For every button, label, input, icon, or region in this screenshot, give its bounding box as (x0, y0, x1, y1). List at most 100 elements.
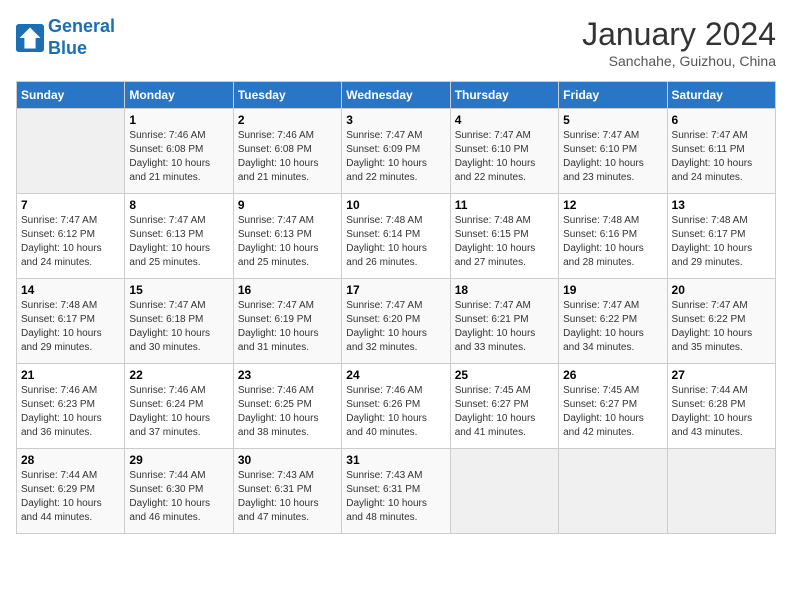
day-number: 21 (21, 368, 120, 382)
calendar-body: 1 Sunrise: 7:46 AMSunset: 6:08 PMDayligh… (17, 109, 776, 534)
day-info: Sunrise: 7:48 AMSunset: 6:16 PMDaylight:… (563, 214, 662, 270)
calendar-cell: 5 Sunrise: 7:47 AMSunset: 6:10 PMDayligh… (559, 109, 667, 194)
calendar-cell: 10 Sunrise: 7:48 AMSunset: 6:14 PMDaylig… (342, 194, 450, 279)
page-header: General Blue January 2024 Sanchahe, Guiz… (16, 16, 776, 69)
day-number: 22 (129, 368, 228, 382)
calendar-cell (17, 109, 125, 194)
calendar-cell: 23 Sunrise: 7:46 AMSunset: 6:25 PMDaylig… (233, 364, 341, 449)
day-info: Sunrise: 7:44 AMSunset: 6:28 PMDaylight:… (672, 384, 771, 440)
day-info: Sunrise: 7:47 AMSunset: 6:13 PMDaylight:… (129, 214, 228, 270)
day-info: Sunrise: 7:47 AMSunset: 6:13 PMDaylight:… (238, 214, 337, 270)
day-number: 16 (238, 283, 337, 297)
day-info: Sunrise: 7:46 AMSunset: 6:24 PMDaylight:… (129, 384, 228, 440)
calendar-cell: 6 Sunrise: 7:47 AMSunset: 6:11 PMDayligh… (667, 109, 775, 194)
calendar-cell: 12 Sunrise: 7:48 AMSunset: 6:16 PMDaylig… (559, 194, 667, 279)
day-info: Sunrise: 7:48 AMSunset: 6:17 PMDaylight:… (672, 214, 771, 270)
calendar-cell (559, 449, 667, 534)
month-title: January 2024 (582, 16, 776, 53)
calendar-cell: 28 Sunrise: 7:44 AMSunset: 6:29 PMDaylig… (17, 449, 125, 534)
day-info: Sunrise: 7:47 AMSunset: 6:10 PMDaylight:… (563, 129, 662, 185)
week-row-2: 7 Sunrise: 7:47 AMSunset: 6:12 PMDayligh… (17, 194, 776, 279)
day-info: Sunrise: 7:48 AMSunset: 6:17 PMDaylight:… (21, 299, 120, 355)
day-number: 15 (129, 283, 228, 297)
day-number: 28 (21, 453, 120, 467)
week-row-4: 21 Sunrise: 7:46 AMSunset: 6:23 PMDaylig… (17, 364, 776, 449)
day-number: 2 (238, 113, 337, 127)
week-row-5: 28 Sunrise: 7:44 AMSunset: 6:29 PMDaylig… (17, 449, 776, 534)
day-info: Sunrise: 7:47 AMSunset: 6:11 PMDaylight:… (672, 129, 771, 185)
day-number: 13 (672, 198, 771, 212)
calendar-cell: 27 Sunrise: 7:44 AMSunset: 6:28 PMDaylig… (667, 364, 775, 449)
day-info: Sunrise: 7:45 AMSunset: 6:27 PMDaylight:… (455, 384, 554, 440)
calendar-cell: 30 Sunrise: 7:43 AMSunset: 6:31 PMDaylig… (233, 449, 341, 534)
day-info: Sunrise: 7:47 AMSunset: 6:20 PMDaylight:… (346, 299, 445, 355)
day-number: 23 (238, 368, 337, 382)
calendar-cell: 22 Sunrise: 7:46 AMSunset: 6:24 PMDaylig… (125, 364, 233, 449)
day-info: Sunrise: 7:48 AMSunset: 6:14 PMDaylight:… (346, 214, 445, 270)
day-info: Sunrise: 7:46 AMSunset: 6:08 PMDaylight:… (238, 129, 337, 185)
calendar-cell: 25 Sunrise: 7:45 AMSunset: 6:27 PMDaylig… (450, 364, 558, 449)
dow-header-wednesday: Wednesday (342, 82, 450, 109)
day-info: Sunrise: 7:47 AMSunset: 6:22 PMDaylight:… (672, 299, 771, 355)
dow-header-sunday: Sunday (17, 82, 125, 109)
calendar-cell: 9 Sunrise: 7:47 AMSunset: 6:13 PMDayligh… (233, 194, 341, 279)
day-info: Sunrise: 7:46 AMSunset: 6:25 PMDaylight:… (238, 384, 337, 440)
day-info: Sunrise: 7:47 AMSunset: 6:19 PMDaylight:… (238, 299, 337, 355)
logo-text: General Blue (48, 16, 115, 59)
day-info: Sunrise: 7:45 AMSunset: 6:27 PMDaylight:… (563, 384, 662, 440)
calendar-cell: 4 Sunrise: 7:47 AMSunset: 6:10 PMDayligh… (450, 109, 558, 194)
dow-header-friday: Friday (559, 82, 667, 109)
calendar-cell: 3 Sunrise: 7:47 AMSunset: 6:09 PMDayligh… (342, 109, 450, 194)
day-number: 31 (346, 453, 445, 467)
logo-icon (16, 24, 44, 52)
day-number: 19 (563, 283, 662, 297)
day-number: 4 (455, 113, 554, 127)
day-number: 27 (672, 368, 771, 382)
day-info: Sunrise: 7:43 AMSunset: 6:31 PMDaylight:… (238, 469, 337, 525)
dow-header-thursday: Thursday (450, 82, 558, 109)
logo: General Blue (16, 16, 115, 59)
calendar-cell: 20 Sunrise: 7:47 AMSunset: 6:22 PMDaylig… (667, 279, 775, 364)
day-info: Sunrise: 7:47 AMSunset: 6:18 PMDaylight:… (129, 299, 228, 355)
day-info: Sunrise: 7:44 AMSunset: 6:29 PMDaylight:… (21, 469, 120, 525)
calendar-cell: 21 Sunrise: 7:46 AMSunset: 6:23 PMDaylig… (17, 364, 125, 449)
title-block: January 2024 Sanchahe, Guizhou, China (582, 16, 776, 69)
calendar-cell: 13 Sunrise: 7:48 AMSunset: 6:17 PMDaylig… (667, 194, 775, 279)
days-of-week-row: SundayMondayTuesdayWednesdayThursdayFrid… (17, 82, 776, 109)
calendar-cell: 15 Sunrise: 7:47 AMSunset: 6:18 PMDaylig… (125, 279, 233, 364)
calendar-cell: 8 Sunrise: 7:47 AMSunset: 6:13 PMDayligh… (125, 194, 233, 279)
day-number: 26 (563, 368, 662, 382)
day-number: 18 (455, 283, 554, 297)
week-row-3: 14 Sunrise: 7:48 AMSunset: 6:17 PMDaylig… (17, 279, 776, 364)
calendar-cell (667, 449, 775, 534)
day-info: Sunrise: 7:47 AMSunset: 6:09 PMDaylight:… (346, 129, 445, 185)
day-number: 29 (129, 453, 228, 467)
dow-header-monday: Monday (125, 82, 233, 109)
day-number: 6 (672, 113, 771, 127)
day-info: Sunrise: 7:47 AMSunset: 6:22 PMDaylight:… (563, 299, 662, 355)
day-number: 5 (563, 113, 662, 127)
calendar-cell: 7 Sunrise: 7:47 AMSunset: 6:12 PMDayligh… (17, 194, 125, 279)
day-info: Sunrise: 7:47 AMSunset: 6:21 PMDaylight:… (455, 299, 554, 355)
day-number: 30 (238, 453, 337, 467)
calendar-cell: 29 Sunrise: 7:44 AMSunset: 6:30 PMDaylig… (125, 449, 233, 534)
calendar-cell: 19 Sunrise: 7:47 AMSunset: 6:22 PMDaylig… (559, 279, 667, 364)
calendar-cell: 17 Sunrise: 7:47 AMSunset: 6:20 PMDaylig… (342, 279, 450, 364)
location-subtitle: Sanchahe, Guizhou, China (582, 53, 776, 69)
calendar-cell: 31 Sunrise: 7:43 AMSunset: 6:31 PMDaylig… (342, 449, 450, 534)
day-number: 3 (346, 113, 445, 127)
day-number: 12 (563, 198, 662, 212)
day-number: 20 (672, 283, 771, 297)
day-number: 14 (21, 283, 120, 297)
day-info: Sunrise: 7:46 AMSunset: 6:08 PMDaylight:… (129, 129, 228, 185)
dow-header-tuesday: Tuesday (233, 82, 341, 109)
calendar-cell: 14 Sunrise: 7:48 AMSunset: 6:17 PMDaylig… (17, 279, 125, 364)
day-number: 11 (455, 198, 554, 212)
day-number: 25 (455, 368, 554, 382)
day-info: Sunrise: 7:46 AMSunset: 6:26 PMDaylight:… (346, 384, 445, 440)
week-row-1: 1 Sunrise: 7:46 AMSunset: 6:08 PMDayligh… (17, 109, 776, 194)
calendar-cell: 26 Sunrise: 7:45 AMSunset: 6:27 PMDaylig… (559, 364, 667, 449)
calendar-table: SundayMondayTuesdayWednesdayThursdayFrid… (16, 81, 776, 534)
day-info: Sunrise: 7:47 AMSunset: 6:12 PMDaylight:… (21, 214, 120, 270)
day-number: 10 (346, 198, 445, 212)
